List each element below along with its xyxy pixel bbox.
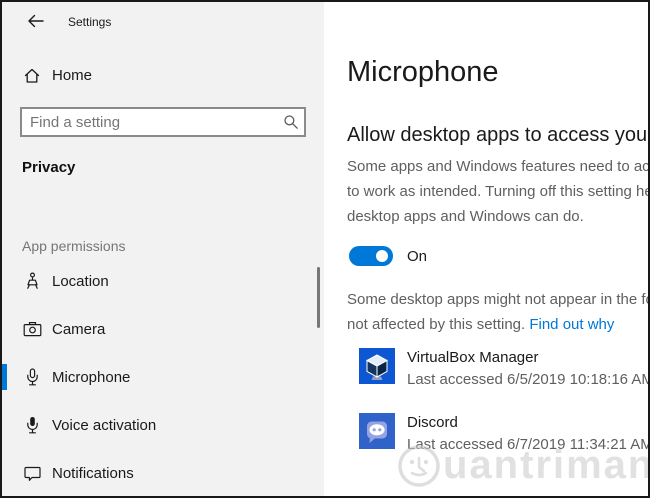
sidebar-item-label: Home xyxy=(52,67,92,84)
main-content: Microphone Allow desktop apps to access … xyxy=(324,2,648,496)
app-last-accessed: Last accessed 6/7/2019 11:34:21 AM xyxy=(407,436,648,453)
discord-app-icon xyxy=(359,413,395,449)
voice-activation-icon xyxy=(22,415,42,435)
app-permissions-group-label: App permissions xyxy=(22,238,126,254)
app-texts: Discord Last accessed 6/7/2019 11:34:21 … xyxy=(407,413,648,453)
app-name: VirtualBox Manager xyxy=(407,349,648,366)
description-line: Some apps and Windows features need to a… xyxy=(347,154,648,179)
sidebar-item-camera[interactable]: Camera xyxy=(2,305,322,353)
search-input[interactable] xyxy=(22,114,278,131)
titlebar: Settings xyxy=(2,2,324,42)
toggle-knob xyxy=(376,250,388,262)
app-row-discord: Discord Last accessed 6/7/2019 11:34:21 … xyxy=(359,413,648,453)
sidebar-item-label: Notifications xyxy=(52,465,134,482)
note-line: not affected by this setting. Find out w… xyxy=(347,312,648,337)
search-icon[interactable] xyxy=(278,114,304,130)
app-name: Discord xyxy=(407,414,648,431)
sidebar-item-label: Camera xyxy=(52,321,105,338)
sidebar-item-label: Voice activation xyxy=(52,417,156,434)
section-heading: Allow desktop apps to access your microp… xyxy=(347,124,648,147)
description-line: desktop apps and Windows can do. xyxy=(347,204,648,229)
sidebar-item-label: Location xyxy=(52,273,109,290)
home-icon xyxy=(22,65,42,85)
app-last-accessed: Last accessed 6/5/2019 10:18:16 AM xyxy=(407,371,648,388)
virtualbox-app-icon xyxy=(359,348,395,384)
back-button[interactable] xyxy=(18,6,52,36)
sidebar-item-location[interactable]: Location xyxy=(2,257,322,305)
settings-window: Settings Home Privacy App permissions xyxy=(0,0,650,498)
sidebar-item-label: Microphone xyxy=(52,369,130,386)
privacy-section-title: Privacy xyxy=(22,159,75,176)
microphone-icon xyxy=(22,367,42,387)
note-line: Some desktop apps might not appear in th… xyxy=(347,287,648,312)
note-line-prefix: not affected by this setting. xyxy=(347,316,529,333)
window-title: Settings xyxy=(68,15,111,29)
toggle-row: On xyxy=(349,246,427,266)
sidebar-item-notifications[interactable]: Notifications xyxy=(2,449,322,497)
notifications-icon xyxy=(22,463,42,483)
sidebar-scrollbar[interactable] xyxy=(317,267,320,328)
toggle-state-label: On xyxy=(407,248,427,265)
microphone-access-toggle[interactable] xyxy=(349,246,393,266)
note-text: Some desktop apps might not appear in th… xyxy=(347,287,648,337)
app-row-virtualbox: VirtualBox Manager Last accessed 6/5/201… xyxy=(359,348,648,388)
page-title: Microphone xyxy=(347,56,499,89)
selected-accent-bar xyxy=(2,364,7,390)
search-box xyxy=(20,107,306,137)
sidebar-item-home[interactable]: Home xyxy=(2,51,322,99)
find-out-why-link[interactable]: Find out why xyxy=(529,316,614,333)
sidebar-item-microphone[interactable]: Microphone xyxy=(2,353,322,401)
camera-icon xyxy=(22,319,42,339)
sidebar: Settings Home Privacy App permissions xyxy=(2,2,324,496)
back-arrow-icon xyxy=(27,14,44,28)
sidebar-item-voice-activation[interactable]: Voice activation xyxy=(2,401,322,449)
description-line: to work as intended. Turning off this se… xyxy=(347,179,648,204)
location-icon xyxy=(22,271,42,291)
app-texts: VirtualBox Manager Last accessed 6/5/201… xyxy=(407,348,648,388)
description-text: Some apps and Windows features need to a… xyxy=(347,154,648,229)
